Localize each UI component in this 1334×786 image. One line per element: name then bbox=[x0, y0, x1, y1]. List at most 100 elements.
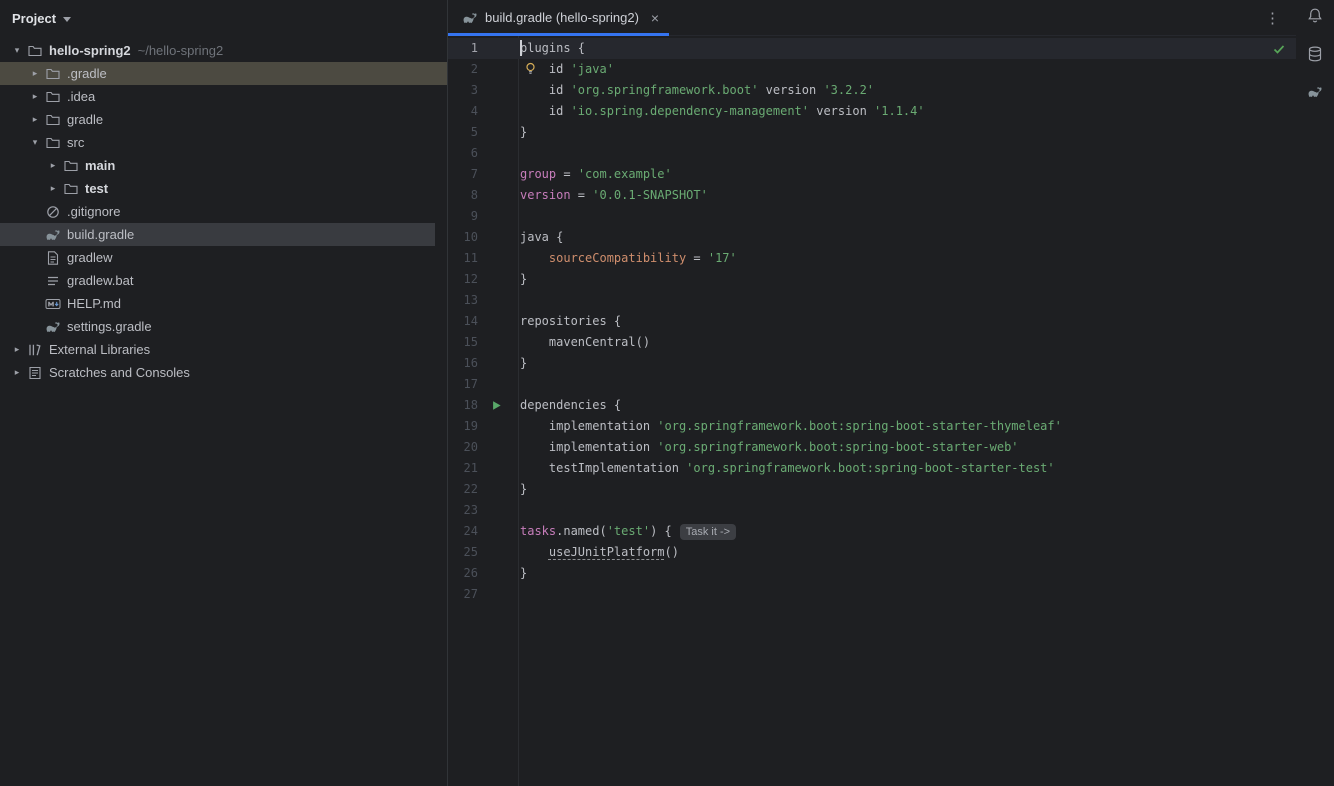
gutter-space bbox=[478, 437, 518, 458]
folder-icon bbox=[27, 43, 43, 59]
tree-item-gradle[interactable]: ▸ .gradle bbox=[0, 62, 447, 85]
code-line[interactable]: 6 bbox=[448, 143, 1296, 164]
line-number: 9 bbox=[470, 209, 478, 223]
gutter-space bbox=[478, 185, 518, 206]
folder-source-icon bbox=[63, 158, 79, 174]
chevron-right-icon[interactable]: ▸ bbox=[45, 183, 61, 194]
editor-pane: build.gradle (hello-spring2) 1 plugins {2… bbox=[448, 0, 1296, 786]
code-line[interactable]: 16} bbox=[448, 353, 1296, 374]
code-line[interactable]: 8 version = '0.0.1-SNAPSHOT' bbox=[448, 185, 1296, 206]
tree-item-label: src bbox=[67, 135, 85, 150]
code-line[interactable]: 25 useJUnitPlatform() bbox=[448, 542, 1296, 563]
run-gutter-icon[interactable] bbox=[478, 395, 518, 416]
tree-item-label: test bbox=[85, 181, 109, 196]
tree-item-hello-spring2[interactable]: ▾ hello-spring2 ~/hello-spring2 bbox=[0, 39, 447, 62]
code-line[interactable]: 26} bbox=[448, 563, 1296, 584]
code-editor[interactable]: 1 plugins {2 id 'java' 3 id 'org.springfra… bbox=[448, 36, 1296, 786]
line-number: 2 bbox=[470, 62, 478, 76]
project-panel-header[interactable]: Project bbox=[0, 0, 447, 36]
code-line[interactable]: 17 bbox=[448, 374, 1296, 395]
tree-item-gradle[interactable]: ▸ gradle bbox=[0, 108, 447, 131]
ignore-icon bbox=[45, 204, 61, 220]
code-line[interactable]: 22} bbox=[448, 479, 1296, 500]
tree-item-main[interactable]: ▸ main bbox=[0, 154, 447, 177]
code-line[interactable]: 18 dependencies { bbox=[448, 395, 1296, 416]
code-text: id 'org.springframework.boot' version '3… bbox=[520, 83, 875, 97]
chevron-down-icon[interactable] bbox=[63, 16, 72, 22]
notifications-icon[interactable] bbox=[1306, 7, 1324, 25]
file-lines-icon bbox=[45, 273, 61, 289]
code-line[interactable]: 24 tasks.named('test') {Task it -> bbox=[448, 521, 1296, 542]
gutter-space bbox=[478, 458, 518, 479]
chevron-right-icon[interactable]: ▸ bbox=[45, 160, 61, 171]
tree-item-test[interactable]: ▸ test bbox=[0, 177, 447, 200]
code-line[interactable]: 13 bbox=[448, 290, 1296, 311]
code-line[interactable]: 5} bbox=[448, 122, 1296, 143]
code-line[interactable]: 4 id 'io.spring.dependency-management' v… bbox=[448, 101, 1296, 122]
chevron-down-icon[interactable]: ▾ bbox=[9, 45, 25, 56]
markdown-icon bbox=[45, 296, 61, 312]
gradle-icon[interactable] bbox=[1306, 83, 1324, 101]
tree-item-label: Scratches and Consoles bbox=[49, 365, 190, 380]
gutter-space bbox=[478, 542, 518, 563]
gutter-space bbox=[478, 311, 518, 332]
tree-item-build-gradle[interactable]: build.gradle bbox=[0, 223, 435, 246]
scratch-icon bbox=[27, 365, 43, 381]
code-line[interactable]: 20 implementation 'org.springframework.b… bbox=[448, 437, 1296, 458]
code-line[interactable]: 23 bbox=[448, 500, 1296, 521]
editor-tab-title: build.gradle (hello-spring2) bbox=[485, 10, 639, 25]
intention-bulb-icon[interactable] bbox=[524, 62, 537, 75]
line-number: 5 bbox=[470, 125, 478, 139]
tree-item-src[interactable]: ▾ src bbox=[0, 131, 447, 154]
tree-item-gradlew[interactable]: gradlew bbox=[0, 246, 447, 269]
code-text: id 'io.spring.dependency-management' ver… bbox=[520, 104, 925, 118]
tree-item-gradlew-bat[interactable]: gradlew.bat bbox=[0, 269, 447, 292]
code-line[interactable]: 1 plugins { bbox=[448, 38, 1296, 59]
tree-item-label: settings.gradle bbox=[67, 319, 152, 334]
code-line[interactable]: 2 id 'java' bbox=[448, 59, 1296, 80]
code-line[interactable]: 10 java { bbox=[448, 227, 1296, 248]
chevron-right-icon[interactable]: ▸ bbox=[27, 68, 43, 79]
code-line[interactable]: 9 bbox=[448, 206, 1296, 227]
tree-item-help-md[interactable]: HELP.md bbox=[0, 292, 447, 315]
tree-item-label: .idea bbox=[67, 89, 96, 104]
close-tab-icon[interactable] bbox=[651, 11, 659, 25]
code-line[interactable]: 14 repositories { bbox=[448, 311, 1296, 332]
line-number: 21 bbox=[463, 461, 478, 475]
line-number: 6 bbox=[470, 146, 478, 160]
chevron-right-icon[interactable]: ▸ bbox=[27, 91, 43, 102]
chevron-right-icon[interactable]: ▸ bbox=[27, 114, 43, 125]
chevron-right-icon[interactable]: ▸ bbox=[9, 367, 25, 378]
line-number: 1 bbox=[470, 41, 478, 55]
tree-item-label: .gradle bbox=[67, 66, 107, 81]
inspections-ok-check-icon[interactable] bbox=[1272, 42, 1286, 56]
code-text: testImplementation 'org.springframework.… bbox=[520, 461, 1055, 475]
folder-icon bbox=[45, 135, 61, 151]
line-number: 12 bbox=[463, 272, 478, 286]
gutter-space bbox=[478, 500, 518, 521]
chevron-right-icon[interactable]: ▸ bbox=[9, 344, 25, 355]
code-line[interactable]: 21 testImplementation 'org.springframewo… bbox=[448, 458, 1296, 479]
tree-item-gitignore[interactable]: .gitignore bbox=[0, 200, 447, 223]
tree-item-scratches-and-consoles[interactable]: ▸ Scratches and Consoles bbox=[0, 361, 447, 384]
code-line[interactable]: 19 implementation 'org.springframework.b… bbox=[448, 416, 1296, 437]
code-line[interactable]: 11 sourceCompatibility = '17' bbox=[448, 248, 1296, 269]
tree-item-settings-gradle[interactable]: settings.gradle bbox=[0, 315, 447, 338]
code-line[interactable]: 7 group = 'com.example' bbox=[448, 164, 1296, 185]
editor-tab-build-gradle[interactable]: build.gradle (hello-spring2) bbox=[448, 0, 670, 36]
chevron-down-icon[interactable]: ▾ bbox=[27, 137, 43, 148]
tree-item-idea[interactable]: ▸ .idea bbox=[0, 85, 447, 108]
line-number: 26 bbox=[463, 566, 478, 580]
code-line[interactable]: 12} bbox=[448, 269, 1296, 290]
database-icon[interactable] bbox=[1306, 45, 1324, 63]
more-options-icon[interactable] bbox=[1265, 9, 1280, 27]
line-number: 8 bbox=[470, 188, 478, 202]
gutter-space bbox=[478, 143, 518, 164]
tree-item-external-libraries[interactable]: ▸ External Libraries bbox=[0, 338, 447, 361]
line-number: 3 bbox=[470, 83, 478, 97]
code-line[interactable]: 15 mavenCentral() bbox=[448, 332, 1296, 353]
code-line[interactable]: 3 id 'org.springframework.boot' version … bbox=[448, 80, 1296, 101]
line-number: 22 bbox=[463, 482, 478, 496]
code-line[interactable]: 27 bbox=[448, 584, 1296, 605]
